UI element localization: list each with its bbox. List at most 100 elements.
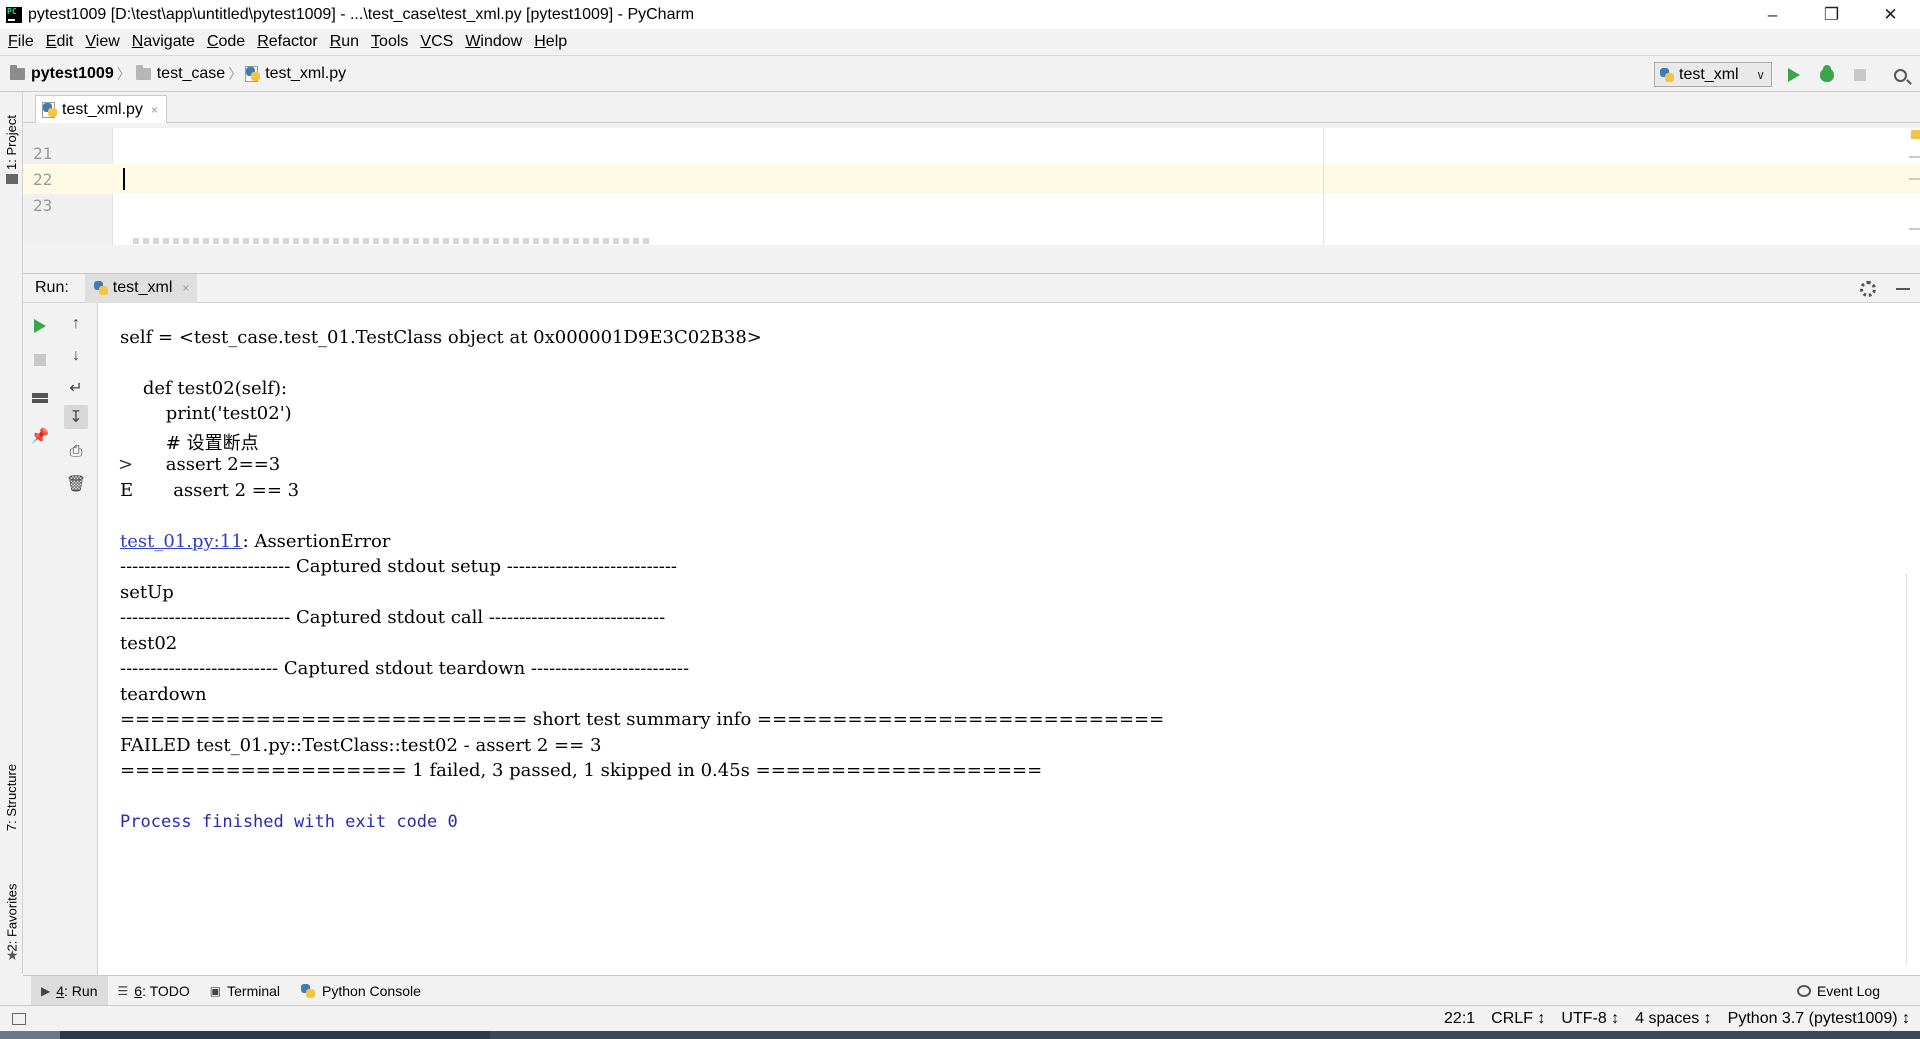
- project-folder-icon: [6, 174, 18, 184]
- console-line: assert 2==3: [120, 454, 281, 475]
- python-icon: [93, 280, 109, 296]
- error-type: : AssertionError: [242, 531, 391, 552]
- soft-wrap-icon: ↵: [69, 380, 83, 397]
- breadcrumb-project[interactable]: pytest1009: [0, 64, 114, 83]
- search-everywhere-button[interactable]: [1890, 65, 1910, 85]
- caret-position[interactable]: 22:1: [1444, 1010, 1475, 1028]
- tool-tab-terminal[interactable]: ▣ Terminal: [200, 976, 290, 1006]
- project-folder-icon: [10, 64, 25, 80]
- console-line: ---------------------------- Captured st…: [120, 556, 678, 577]
- error-stripe[interactable]: [1908, 128, 1920, 245]
- python-file-icon: [245, 65, 261, 82]
- layout-icon: [32, 393, 48, 403]
- line-number: 23: [33, 196, 53, 215]
- console-line: teardown: [120, 684, 207, 705]
- rerun-button[interactable]: [31, 317, 49, 335]
- speech-bubble-icon: [1796, 985, 1811, 997]
- python-icon: [300, 983, 316, 999]
- next-occurrence-button[interactable]: ↓: [67, 347, 85, 365]
- folder-icon: [135, 64, 151, 80]
- toggle-tool-windows-icon[interactable]: [12, 1012, 26, 1025]
- console-line: =================== 1 failed, 3 passed, …: [120, 760, 1043, 781]
- soft-wrap-button[interactable]: ↵: [67, 379, 85, 397]
- close-tab-icon[interactable]: ×: [182, 281, 189, 295]
- menu-window[interactable]: Window: [459, 33, 528, 51]
- search-icon: [1893, 68, 1907, 82]
- tab-test-xml-py[interactable]: test_xml.py ×: [35, 95, 167, 123]
- console-line: print('test02'): [120, 403, 292, 424]
- console-scrollbar[interactable]: [1906, 573, 1918, 965]
- run-configuration-label: test_xml: [1679, 65, 1739, 83]
- line-number: 21: [33, 144, 53, 163]
- menu-code[interactable]: Code: [201, 33, 251, 51]
- status-bar: 22:1 CRLF ↕ UTF-8 ↕ 4 spaces ↕ Python 3.…: [0, 1005, 1920, 1031]
- menu-edit[interactable]: Edit: [40, 33, 80, 51]
- breadcrumb-folder[interactable]: test_case: [134, 64, 225, 83]
- debug-button[interactable]: [1817, 65, 1837, 85]
- menu-run[interactable]: Run: [324, 33, 365, 51]
- warning-marker-icon[interactable]: [1911, 130, 1920, 139]
- breadcrumb-project-label: pytest1009: [31, 64, 114, 82]
- menu-refactor[interactable]: Refactor: [251, 33, 323, 51]
- project-tool-tab[interactable]: 1: Project: [0, 102, 23, 182]
- menu-bar: File Edit View Navigate Code Refactor Ru…: [0, 29, 1920, 55]
- window-title: pytest1009 [D:\test\app\untitled\pytest1…: [28, 5, 695, 23]
- structure-tool-tab[interactable]: 7: Structure: [0, 742, 23, 852]
- trash-icon: 🗑: [65, 476, 87, 493]
- stop-icon: [1854, 69, 1866, 81]
- right-margin-guide: [1323, 128, 1324, 245]
- menu-vcs[interactable]: VCS: [414, 33, 459, 51]
- gear-icon[interactable]: [1860, 281, 1876, 297]
- tool-tab-python-console[interactable]: Python Console: [290, 976, 431, 1006]
- pin-tab-button[interactable]: 📌: [31, 427, 50, 445]
- console-line: E assert 2 == 3: [120, 480, 300, 501]
- run-toolbar-secondary: ↑ ↓ ↵ ↧ ⎙ 🗑: [56, 303, 98, 975]
- scroll-to-end-button[interactable]: ↧: [64, 405, 88, 429]
- console-output[interactable]: self = <test_case.test_01.TestClass obje…: [98, 303, 1920, 975]
- breadcrumb-separator-icon: 〉: [228, 65, 243, 82]
- stop-button[interactable]: [31, 351, 49, 369]
- window-controls: – ❐ ✕: [1743, 0, 1920, 29]
- stop-icon: [34, 354, 46, 366]
- menu-file[interactable]: File: [2, 33, 40, 51]
- play-icon: [34, 319, 46, 333]
- status-bar-widgets: 22:1 CRLF ↕ UTF-8 ↕ 4 spaces ↕ Python 3.…: [1428, 1006, 1910, 1032]
- source-location-link[interactable]: test_01.py:11: [120, 531, 243, 552]
- menu-view[interactable]: View: [79, 33, 125, 51]
- close-window-button[interactable]: ✕: [1861, 0, 1920, 29]
- line-separator-widget[interactable]: CRLF ↕: [1491, 1010, 1545, 1028]
- hide-panel-icon[interactable]: [1896, 288, 1910, 290]
- python-interpreter-widget[interactable]: Python 3.7 (pytest1009) ↕: [1728, 1010, 1910, 1028]
- event-log-tab[interactable]: Event Log: [1796, 976, 1880, 1006]
- breadcrumb-file[interactable]: test_xml.py: [245, 65, 346, 83]
- clear-all-button[interactable]: 🗑: [65, 475, 87, 493]
- tool-tab-run[interactable]: ▶ 4: Run: [31, 975, 108, 1006]
- code-editor[interactable]: 21 22 23: [23, 128, 1920, 245]
- run-tab-test-xml[interactable]: test_xml ×: [84, 273, 198, 303]
- console-line: # 设置断点: [120, 433, 259, 454]
- minimize-button[interactable]: –: [1743, 0, 1802, 29]
- title-bar: PC pytest1009 [D:\test\app\untitled\pyte…: [0, 0, 1920, 29]
- bottom-tool-tabs: ▶ 4: Run ☰ 6: TODO ▣ Terminal Python Con…: [23, 975, 1920, 1006]
- menu-tools[interactable]: Tools: [365, 33, 414, 51]
- file-encoding-widget[interactable]: UTF-8 ↕: [1561, 1010, 1619, 1028]
- breadcrumb-file-label: test_xml.py: [265, 64, 347, 82]
- menu-navigate[interactable]: Navigate: [126, 33, 201, 51]
- line-number: 22: [33, 170, 53, 189]
- run-configuration-select[interactable]: test_xml ∨: [1654, 62, 1772, 87]
- stop-button[interactable]: [1850, 65, 1870, 85]
- run-button[interactable]: [1784, 65, 1804, 85]
- arrow-up-icon: ↑: [72, 315, 80, 332]
- console-line: self = <test_case.test_01.TestClass obje…: [120, 327, 762, 348]
- previous-occurrence-button[interactable]: ↑: [67, 315, 85, 333]
- tool-tab-todo[interactable]: ☰ 6: TODO: [108, 976, 200, 1006]
- menu-help[interactable]: Help: [528, 33, 573, 51]
- bug-icon: [1820, 65, 1834, 82]
- indent-widget[interactable]: 4 spaces ↕: [1635, 1010, 1711, 1028]
- taskbar-edge: [0, 1031, 1920, 1039]
- restore-button[interactable]: ❐: [1802, 0, 1861, 29]
- restore-layout-button[interactable]: [31, 389, 49, 407]
- close-tab-icon[interactable]: ×: [151, 103, 158, 117]
- console-line: def test02(self):: [120, 378, 288, 399]
- print-button[interactable]: ⎙: [67, 443, 85, 461]
